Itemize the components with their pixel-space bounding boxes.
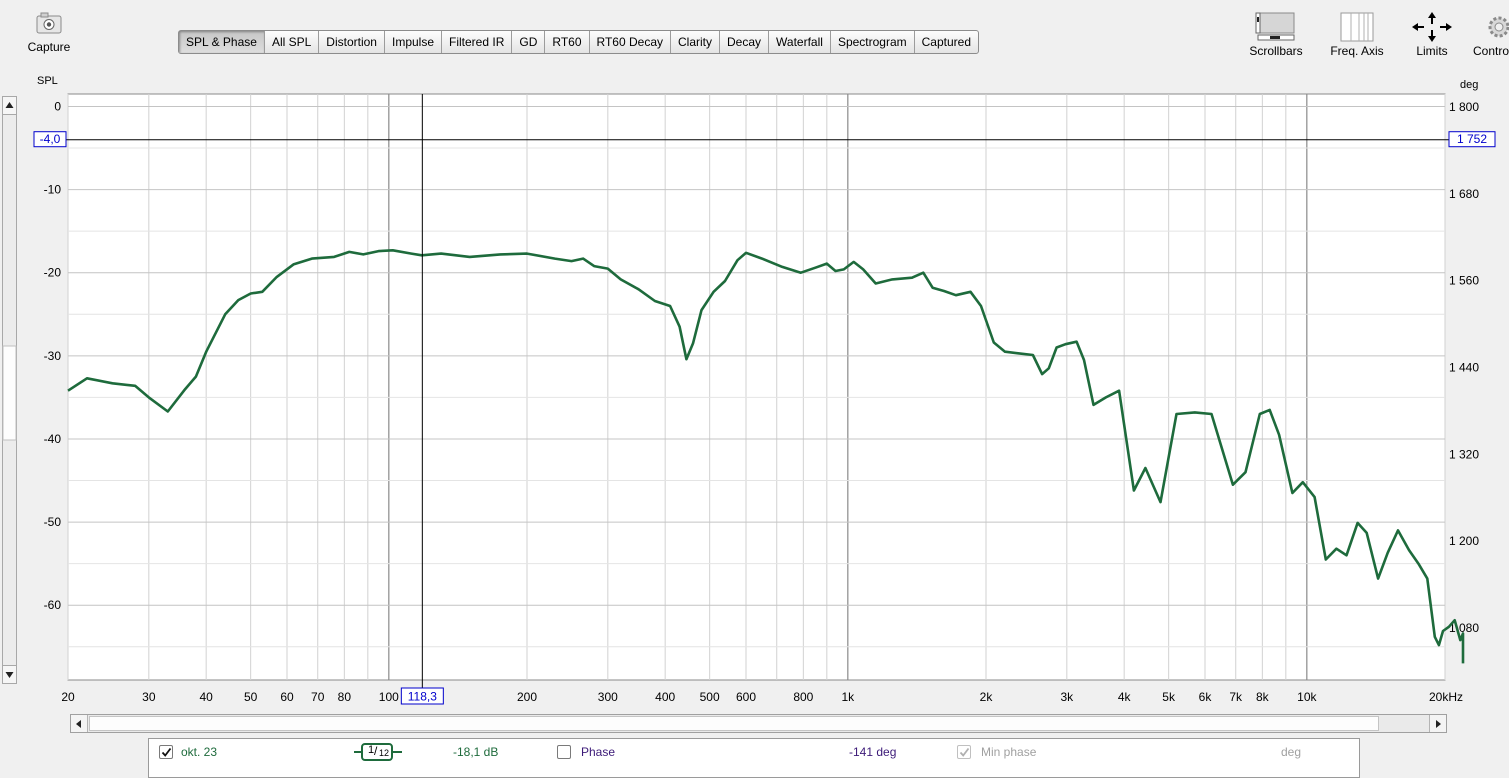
x-tick-label: 8k [1256,690,1270,704]
cursor-x-readout: 118,3 [408,690,437,704]
series-name: okt. 23 [181,745,218,759]
y-tick-label: -10 [44,183,62,197]
series-checkbox[interactable] [159,745,173,759]
min-phase-label: Min phase [981,745,1037,759]
x-tick-label: 100 [379,690,399,704]
y2-tick-label: 1 800 [1449,100,1479,114]
y-tick-label: -50 [44,515,62,529]
x-tick-label: 1k [841,690,855,704]
y2-tick-label: 1 440 [1449,360,1479,374]
min-phase-value: deg [1281,745,1302,759]
x-tick-label: 80 [338,690,352,704]
cursor-y-readout-right: 1 752 [1457,132,1487,146]
y-tick-label: -60 [44,598,62,612]
min-phase-checkbox[interactable] [957,745,971,759]
plot-area [67,93,1446,681]
legend-panel: okt. 23 1 / 12 -18,1 dB Phase -141 deg M… [148,738,1360,778]
y-tick-label: -30 [44,349,62,363]
y2-tick-label: 1 200 [1449,534,1479,548]
x-tick-label: 7k [1229,690,1243,704]
phase-checkbox[interactable] [557,745,571,759]
x-tick-label: 200 [517,690,537,704]
cursor-y-readout-left: -4,0 [40,132,61,146]
smoothing-slash: / [374,744,378,758]
x-tick-label: 4k [1118,690,1132,704]
spl-phase-graph[interactable]: 0 -10 -20 -30 -40 -50 -60 1 800 1 680 1 560 1 440… [0,0,1509,710]
smoothing-badge-icon [354,743,402,761]
smoothing-denominator: 12 [379,748,390,758]
spl-value: -18,1 dB [453,745,499,759]
scroll-thumb[interactable] [89,716,1379,731]
x-tick-label: 70 [311,690,325,704]
smoothing-indicator[interactable]: 1 / 12 [354,743,402,761]
x-tick-label: 600 [736,690,756,704]
x-tick-label: 800 [793,690,813,704]
checkmark-icon [161,747,171,757]
x-tick-label: 60 [280,690,294,704]
arrow-left-icon [76,719,81,728]
x-tick-label: 500 [700,690,720,704]
y2-tick-label: 1 560 [1449,274,1479,288]
x-tick-label: 3k [1060,690,1074,704]
y2-tick-label: 1 320 [1449,447,1479,461]
y-tick-label: 0 [54,99,61,113]
x-tick-label: 10k [1297,690,1317,704]
x-tick-label: 20kHz [1429,690,1463,704]
phase-label: Phase [581,745,616,759]
y-tick-label: -20 [44,266,62,280]
x-tick-label: 2k [980,690,994,704]
x-tick-label: 30 [142,690,156,704]
checkmark-icon [959,747,969,757]
scroll-right-button[interactable] [1429,715,1446,732]
x-tick-label: 5k [1162,690,1176,704]
x-tick-label: 400 [655,690,675,704]
x-tick-label: 6k [1199,690,1213,704]
x-tick-label: 20 [61,690,75,704]
x-tick-label: 50 [244,690,258,704]
y-tick-label: -40 [44,432,62,446]
arrow-right-icon [1436,719,1441,728]
horizontal-scrollbar[interactable] [70,714,1447,733]
phase-value: -141 deg [849,745,897,759]
x-tick-label: 300 [598,690,618,704]
y2-tick-label: 1 680 [1449,187,1479,201]
x-tick-label: 40 [199,690,213,704]
scroll-left-button[interactable] [71,715,88,732]
